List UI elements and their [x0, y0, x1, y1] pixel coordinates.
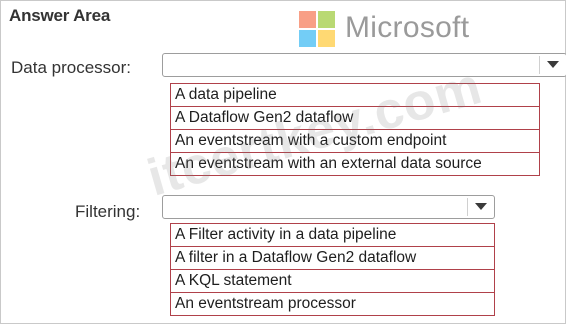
filtering-option[interactable]: An eventstream processor	[170, 292, 495, 316]
data-processor-options: A data pipeline A Dataflow Gen2 dataflow…	[170, 83, 540, 176]
chevron-down-icon[interactable]	[547, 61, 559, 68]
microsoft-brand: Microsoft	[299, 11, 499, 51]
answer-area-panel: Answer Area Microsoft Data processor: A …	[0, 0, 566, 324]
data-processor-option[interactable]: An eventstream with an external data sou…	[170, 152, 540, 176]
data-processor-label: Data processor:	[11, 58, 131, 77]
filtering-option[interactable]: A KQL statement	[170, 269, 495, 293]
microsoft-wordmark: Microsoft	[345, 11, 470, 44]
filtering-option[interactable]: A Filter activity in a data pipeline	[170, 223, 495, 247]
answer-area-title: Answer Area	[9, 6, 111, 25]
microsoft-logo-icon	[299, 11, 337, 49]
data-processor-option[interactable]: A data pipeline	[170, 83, 540, 107]
filtering-label: Filtering:	[75, 202, 141, 221]
chevron-down-icon[interactable]	[475, 203, 487, 210]
data-processor-option[interactable]: An eventstream with a custom endpoint	[170, 129, 540, 153]
filtering-options: A Filter activity in a data pipeline A f…	[170, 223, 495, 316]
filtering-dropdown[interactable]	[162, 195, 495, 219]
filtering-option[interactable]: A filter in a Dataflow Gen2 dataflow	[170, 246, 495, 270]
data-processor-dropdown[interactable]	[162, 53, 566, 77]
data-processor-option[interactable]: A Dataflow Gen2 dataflow	[170, 106, 540, 130]
